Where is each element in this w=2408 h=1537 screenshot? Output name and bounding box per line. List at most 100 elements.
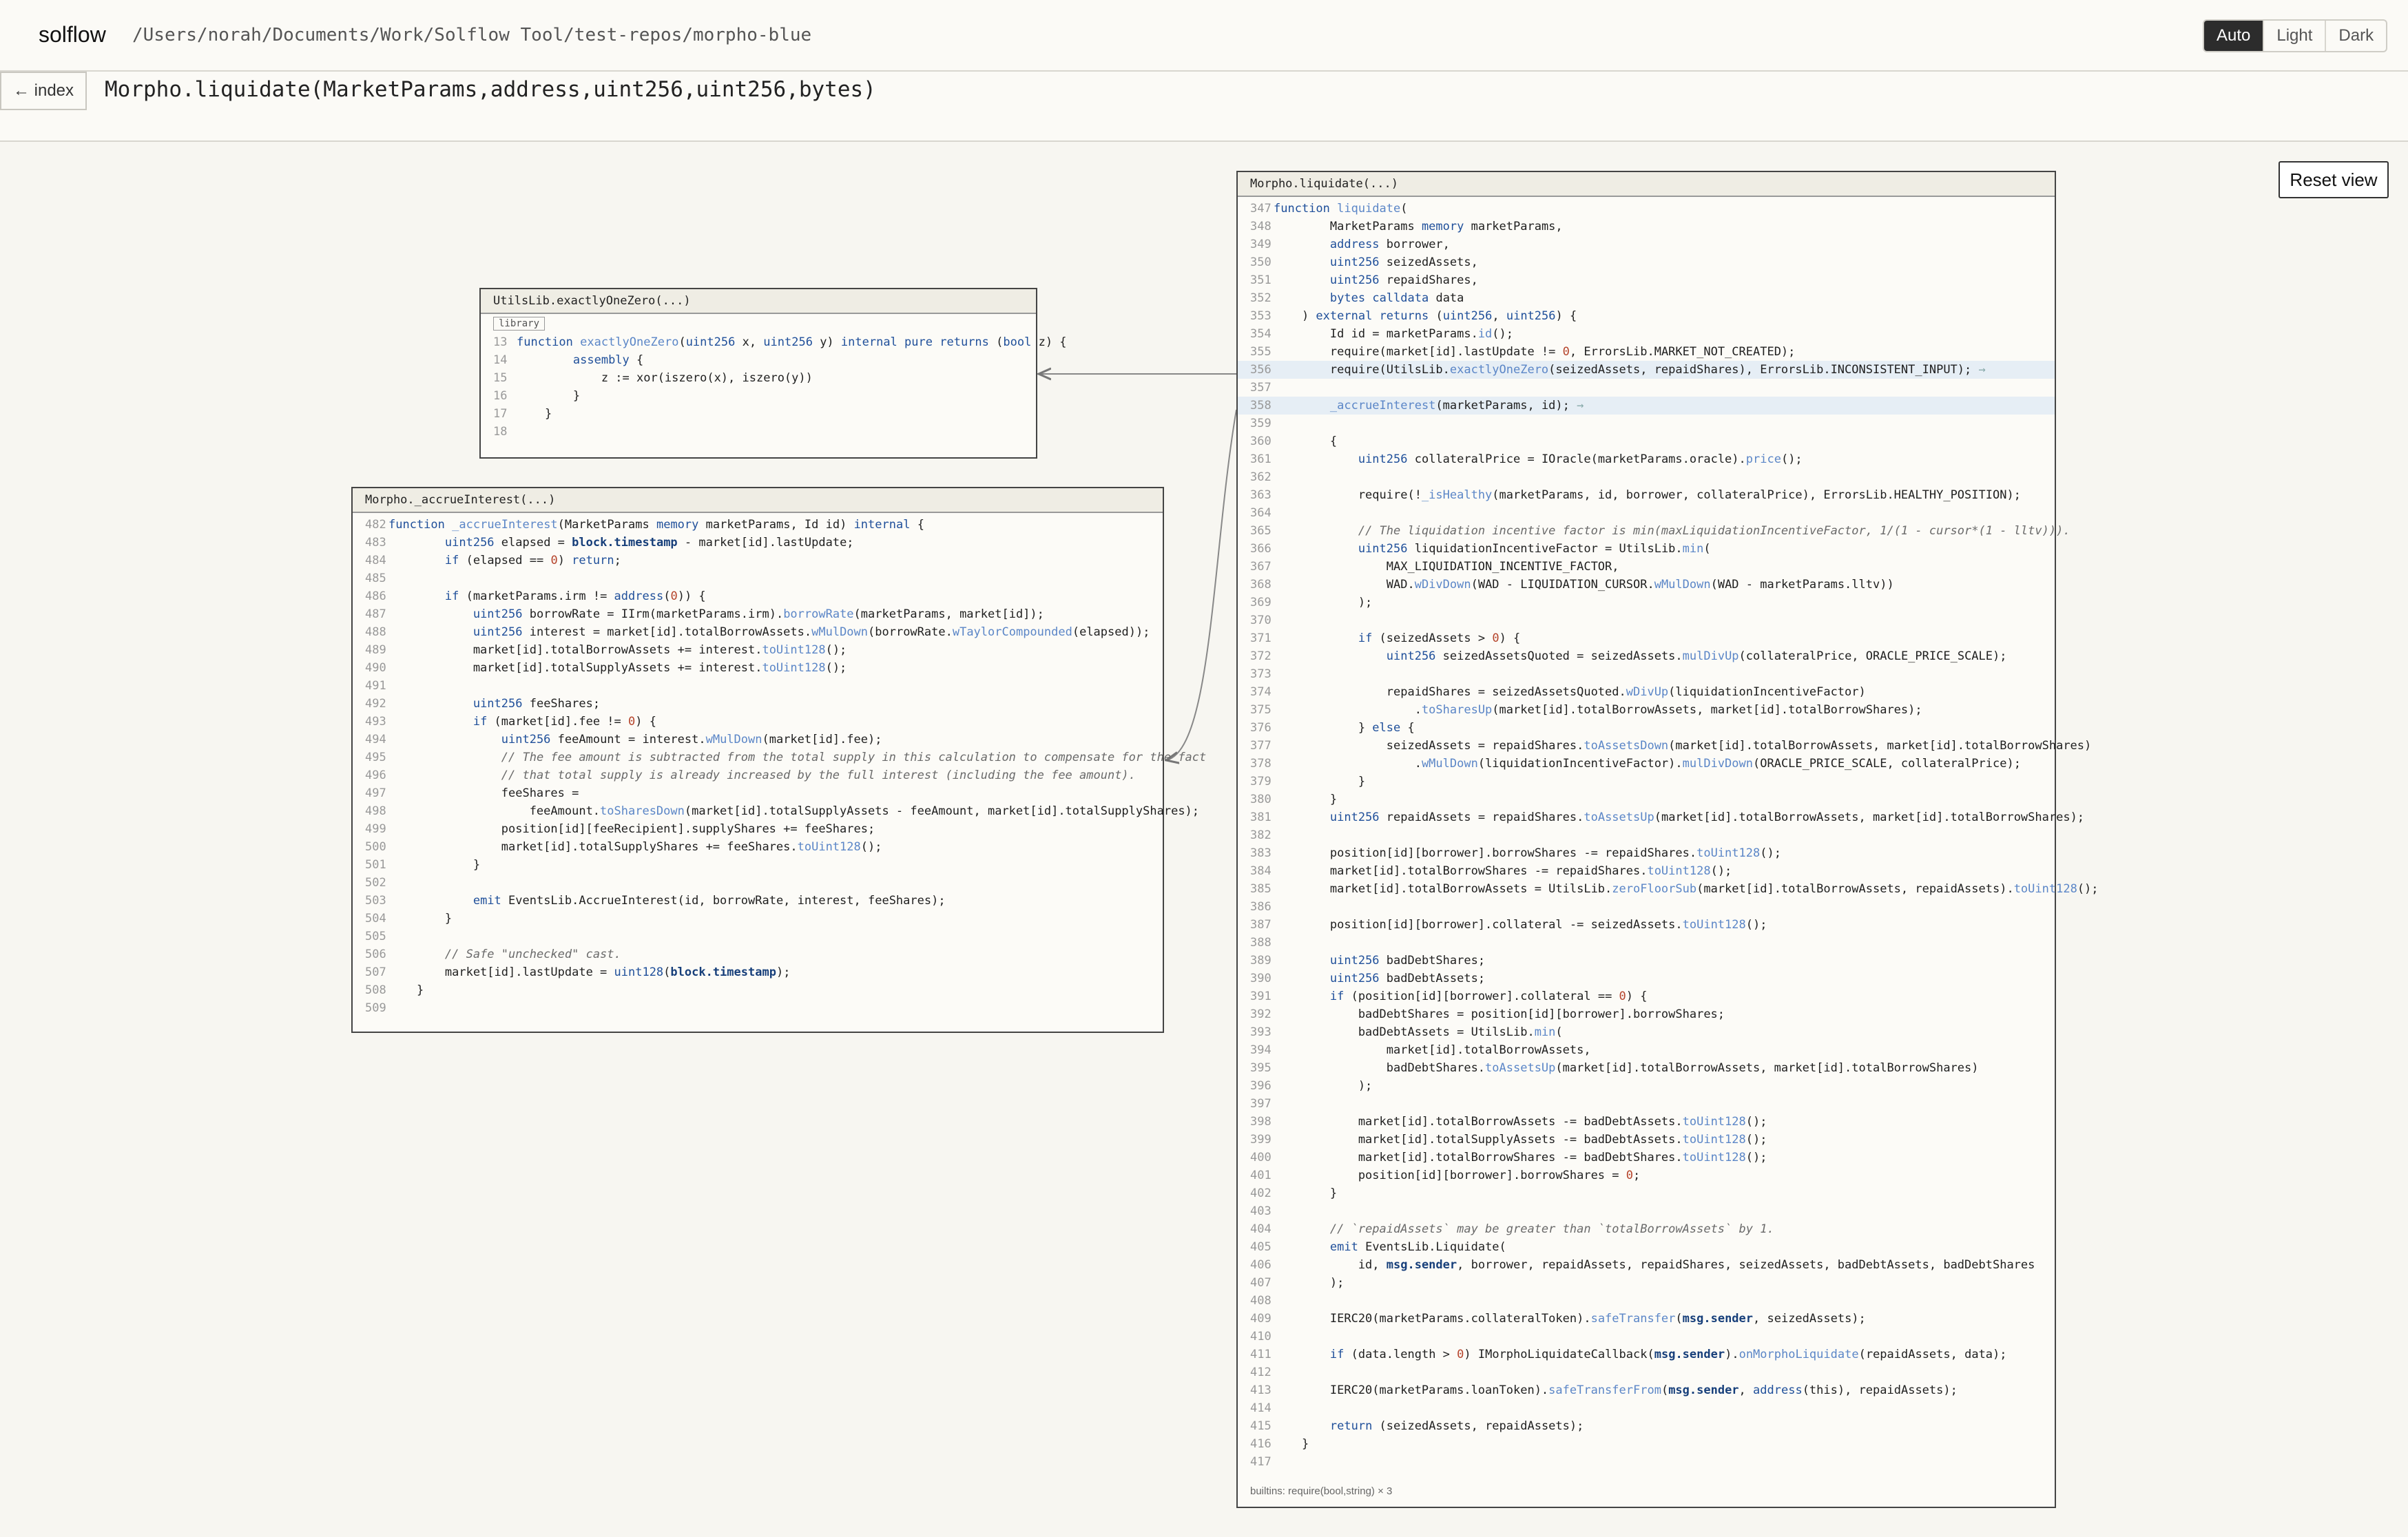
line-number: 16 xyxy=(493,389,508,403)
line-number: 392 xyxy=(1250,1007,1272,1021)
line-number: 492 xyxy=(365,697,386,711)
line-number: 412 xyxy=(1250,1366,1272,1379)
line-number: 399 xyxy=(1250,1133,1272,1147)
call-marker-icon[interactable]: → xyxy=(1570,399,1584,412)
theme-light-button[interactable]: Light xyxy=(2264,21,2327,51)
line-text: uint256 badDebtAssets; xyxy=(1329,972,1486,985)
line-text: z := xor(iszero(x), iszero(y)) xyxy=(517,371,813,385)
line-number: 386 xyxy=(1250,900,1272,914)
code-line: 386 xyxy=(1238,898,2055,916)
back-to-index-button[interactable]: ← index xyxy=(0,72,87,110)
line-number: 485 xyxy=(365,572,386,585)
app-brand[interactable]: solflow xyxy=(39,22,106,48)
line-text: if (data.length > 0) IMorphoLiquidateCal… xyxy=(1329,1348,2007,1361)
line-text: require(!_isHealthy(marketParams, id, bo… xyxy=(1274,488,2021,502)
line-number: 497 xyxy=(365,786,386,800)
code-line: 13 function exactlyOneZero(uint256 x, uin… xyxy=(481,333,1067,351)
code-line: 484 if (elapsed == 0) return; xyxy=(353,552,1163,569)
line-number: 500 xyxy=(365,840,386,854)
line-text: // Safe "unchecked" cast. xyxy=(444,948,621,961)
line-text: function exactlyOneZero(uint256 x, uint2… xyxy=(517,335,1067,349)
code-line: 485 xyxy=(353,569,1163,587)
code-line: 498 feeAmount.toSharesDown(market[id].to… xyxy=(353,802,1199,820)
line-number: 506 xyxy=(365,948,386,961)
code-line: 417 xyxy=(1238,1453,2055,1471)
code-line: 492 uint256 feeShares; xyxy=(353,695,1163,713)
code-line: 415 return (seizedAssets, repaidAssets); xyxy=(1238,1417,2055,1435)
code-line: 407 ); xyxy=(1238,1274,2055,1292)
code-line: 353 ) external returns (uint256, uint256… xyxy=(1238,307,2055,325)
line-number: 357 xyxy=(1250,381,1272,395)
line-text: MAX_LIQUIDATION_INCENTIVE_FACTOR, xyxy=(1274,560,1619,574)
line-number: 509 xyxy=(365,1001,386,1015)
top-bar: solflow /Users/norah/Documents/Work/Solf… xyxy=(0,0,2408,72)
line-number: 372 xyxy=(1250,649,1272,663)
line-number: 488 xyxy=(365,625,386,639)
panel-accrueInterest[interactable]: Morpho._accrueInterest(...) 482 function … xyxy=(351,487,1206,1033)
line-number: 361 xyxy=(1250,452,1272,466)
code-line: 506 // Safe "unchecked" cast. xyxy=(353,945,1163,963)
call-marker-icon[interactable]: → xyxy=(1971,363,1986,377)
line-text: // that total supply is already increase… xyxy=(501,768,1136,782)
code-line: 495 // The fee amount is subtracted from… xyxy=(353,749,1206,766)
code-line: 347 function liquidate( xyxy=(1238,200,2055,218)
line-number: 352 xyxy=(1250,291,1272,305)
code-line: 410 xyxy=(1238,1328,2055,1346)
line-number: 365 xyxy=(1250,524,1272,538)
line-number: 368 xyxy=(1250,578,1272,592)
line-number: 387 xyxy=(1250,918,1272,932)
line-text: uint256 repaidAssets = repaidShares.toAs… xyxy=(1329,811,2085,824)
code-line: 408 xyxy=(1238,1292,2055,1310)
line-text: uint256 seizedAssetsQuoted = seizedAsset… xyxy=(1386,649,2007,663)
line-number: 374 xyxy=(1250,685,1272,699)
line-text: if (elapsed == 0) return; xyxy=(444,554,621,567)
code-line: 352 bytes calldata data xyxy=(1238,289,2055,307)
line-number: 14 xyxy=(493,353,508,367)
code-line: 356 require(UtilsLib.exactlyOneZero(seiz… xyxy=(1238,361,2055,379)
theme-auto-button[interactable]: Auto xyxy=(2204,21,2265,51)
line-text: uint256 collateralPrice = IOracle(market… xyxy=(1358,452,1803,466)
code-line: 393 badDebtAssets = UtilsLib.min( xyxy=(1238,1023,2055,1041)
panel-title[interactable]: UtilsLib.exactlyOneZero(...) xyxy=(481,289,1036,314)
code-line: 349 address borrower, xyxy=(1238,236,2055,253)
line-text: market[id].totalSupplyAssets -= badDebtA… xyxy=(1274,1133,1767,1147)
code-line: 397 xyxy=(1238,1095,2055,1113)
line-text: market[id].totalBorrowShares -= repaidSh… xyxy=(1274,864,1732,878)
code-line: 500 market[id].totalSupplyShares += feeS… xyxy=(353,838,1163,856)
line-number: 484 xyxy=(365,554,386,567)
code-line: 396 ); xyxy=(1238,1077,2055,1095)
line-number: 347 xyxy=(1250,202,1272,216)
panel-liquidate[interactable]: Morpho.liquidate(...) 347 function liquid… xyxy=(1236,171,2099,1508)
code-line: 358 _accrueInterest(marketParams, id); → xyxy=(1238,397,2055,415)
reset-view-button[interactable]: Reset view xyxy=(2279,161,2389,198)
line-number: 406 xyxy=(1250,1258,1272,1272)
line-text: } xyxy=(1274,775,1366,788)
line-text: } xyxy=(1274,1437,1309,1451)
line-number: 353 xyxy=(1250,309,1272,323)
code-line: 357 xyxy=(1238,379,2055,397)
panel-title[interactable]: Morpho._accrueInterest(...) xyxy=(353,488,1163,513)
repo-path: /Users/norah/Documents/Work/Solflow Tool… xyxy=(132,25,812,45)
code-line: 404 // `repaidAssets` may be greater tha… xyxy=(1238,1220,2055,1238)
code-line: 378 .wMulDown(liquidationIncentiveFactor… xyxy=(1238,755,2055,773)
code-line: 400 market[id].totalBorrowShares -= badD… xyxy=(1238,1149,2055,1167)
line-number: 408 xyxy=(1250,1294,1272,1308)
line-text: require(UtilsLib.exactlyOneZero(seizedAs… xyxy=(1274,363,1972,377)
code-line: 499 position[id][feeRecipient].supplySha… xyxy=(353,820,1163,838)
line-text: market[id].totalBorrowShares -= badDebtS… xyxy=(1274,1151,1767,1164)
line-text: require(market[id].lastUpdate != 0, Erro… xyxy=(1274,345,1796,359)
panel-title[interactable]: Morpho.liquidate(...) xyxy=(1238,172,2055,197)
theme-dark-button[interactable]: Dark xyxy=(2326,21,2386,51)
line-number: 369 xyxy=(1250,596,1272,609)
panel-exactlyOneZero[interactable]: UtilsLib.exactlyOneZero(...) library 13 f… xyxy=(479,288,1067,459)
line-text: } xyxy=(388,983,424,997)
line-text: } else { xyxy=(1274,721,1415,735)
line-number: 411 xyxy=(1250,1348,1272,1361)
line-number: 17 xyxy=(493,407,508,421)
code-line: 509 xyxy=(353,999,1163,1017)
code-line: 369 ); xyxy=(1238,594,2055,611)
code-line: 391 if (position[id][borrower].collatera… xyxy=(1238,987,2055,1005)
line-text: market[id].totalSupplyShares += feeShare… xyxy=(388,840,882,854)
line-text: IERC20(marketParams.collateralToken).saf… xyxy=(1274,1312,1866,1326)
line-text: } xyxy=(388,912,453,926)
